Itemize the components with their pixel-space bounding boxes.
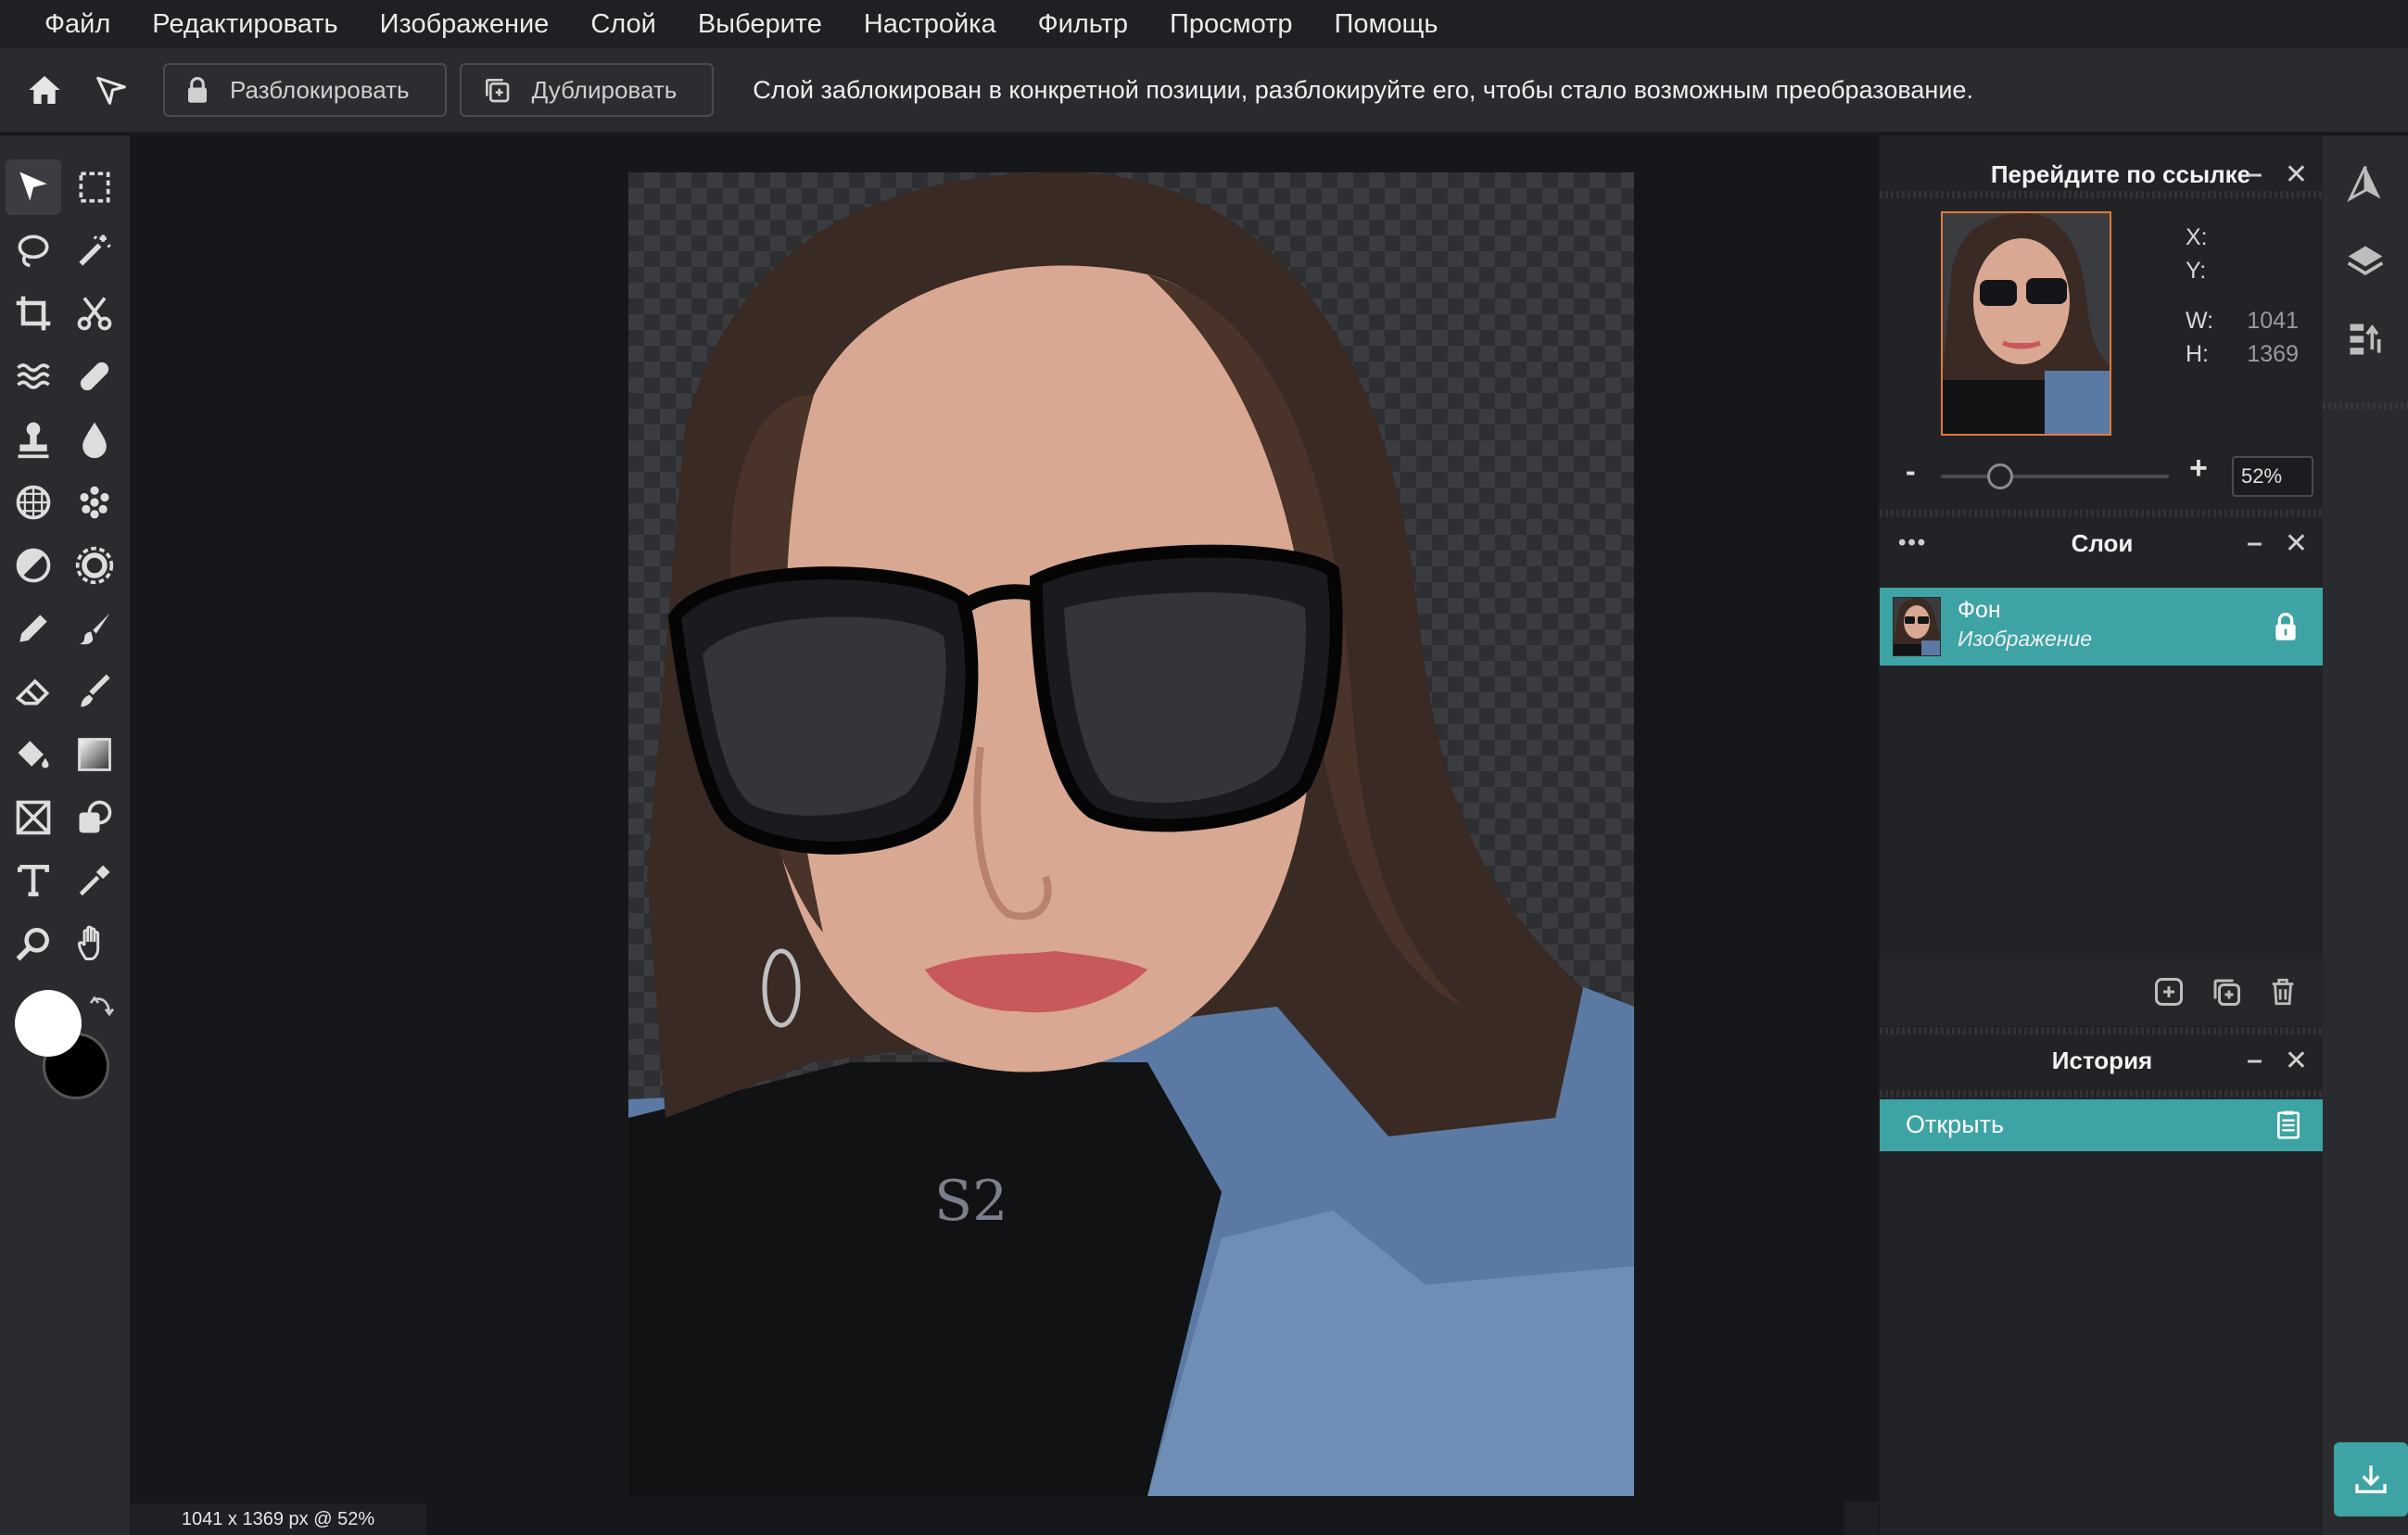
history-panel-icon[interactable]: [2341, 315, 2389, 363]
menu-view[interactable]: Просмотр: [1170, 9, 1292, 40]
menu-edit[interactable]: Редактировать: [152, 9, 337, 40]
workspace: S2: [130, 135, 1878, 1535]
frame-tool-icon[interactable]: [6, 790, 61, 845]
menu-help[interactable]: Помощь: [1335, 9, 1438, 40]
navigator-panel-icon[interactable]: [2341, 159, 2389, 208]
menu-bar: Файл Редактировать Изображение Слой Выбе…: [0, 0, 2408, 48]
foreground-color-swatch[interactable]: [15, 990, 82, 1057]
brush-tool-icon[interactable]: [67, 601, 122, 656]
duplicate-label: Дублировать: [531, 75, 678, 104]
lasso-tool-icon[interactable]: [6, 222, 61, 278]
menu-filter[interactable]: Фильтр: [1038, 9, 1128, 40]
history-item[interactable]: Открыть: [1880, 1099, 2325, 1151]
marquee-tool-icon[interactable]: [67, 159, 122, 215]
history-item-label: Открыть: [1906, 1110, 2005, 1138]
duplicate-icon: [485, 79, 509, 103]
move-arrow-icon[interactable]: [83, 62, 139, 118]
right-panels: Перейдите по ссылке – ✕ X: Y: W: H: 1041…: [1878, 135, 2325, 1535]
menu-image[interactable]: Изображение: [380, 9, 550, 40]
close-icon[interactable]: ✕: [2285, 527, 2308, 560]
nav-w-value: 1041: [2247, 308, 2299, 334]
layers-menu-icon[interactable]: •••: [1898, 530, 1927, 556]
navigator-title: Перейдите по ссылке: [1990, 159, 2251, 188]
layer-lock-icon[interactable]: [2273, 612, 2299, 646]
layers-title: Слои: [2071, 528, 2134, 557]
nav-h-value: 1369: [2247, 341, 2299, 367]
right-icon-bar: [2323, 135, 2408, 1535]
layers-panel-icon[interactable]: [2341, 237, 2389, 285]
download-icon: [2355, 1465, 2387, 1493]
menu-select[interactable]: Выберите: [698, 9, 822, 40]
menu-layer[interactable]: Слой: [590, 9, 656, 40]
status-bar: 1041 x 1369 px @ 52%: [130, 1503, 426, 1535]
download-button[interactable]: [2334, 1442, 2408, 1516]
zoom-slider[interactable]: [1941, 475, 2169, 478]
delete-layer-icon[interactable]: [2267, 975, 2299, 1013]
close-icon[interactable]: ✕: [2285, 1045, 2308, 1077]
pattern-tool-icon[interactable]: [6, 475, 61, 530]
options-toolbar: Разблокировать Дублировать Слой заблокир…: [0, 48, 2408, 133]
nav-h-label: H:: [2186, 341, 2209, 367]
tools-panel: [0, 135, 130, 1535]
bandage-tool-icon[interactable]: [67, 349, 122, 404]
nav-w-label: W:: [2186, 308, 2214, 334]
spot-tool-icon[interactable]: [67, 475, 122, 530]
eraser-tool-icon[interactable]: [6, 664, 61, 719]
paint-bucket-tool-icon[interactable]: [6, 727, 61, 782]
minimize-icon[interactable]: –: [2247, 159, 2262, 190]
menu-adjust[interactable]: Настройка: [864, 9, 996, 40]
nav-x-label: X:: [2186, 224, 2208, 250]
swap-colors-icon[interactable]: [87, 992, 117, 1021]
magic-wand-tool-icon[interactable]: [67, 222, 122, 278]
crop-tool-icon[interactable]: [6, 285, 61, 341]
unlock-label: Разблокировать: [230, 75, 410, 104]
shape-tool-icon[interactable]: [67, 790, 122, 845]
dodge-tool-icon[interactable]: [6, 538, 61, 593]
history-title: История: [2051, 1046, 2153, 1074]
stamp-tool-icon[interactable]: [6, 412, 61, 467]
layers-header: ••• Слои – ✕: [1880, 514, 2325, 573]
layer-thumbnail: [1893, 597, 1941, 656]
smudge-tool-icon[interactable]: [67, 664, 122, 719]
text-tool-icon[interactable]: [6, 853, 61, 908]
gradient-tool-icon[interactable]: [67, 727, 122, 782]
zoom-value: 52%: [2241, 464, 2283, 488]
blur-drop-tool-icon[interactable]: [67, 412, 122, 467]
history-header: История – ✕: [1880, 1031, 2325, 1090]
duplicate-layer-icon[interactable]: [2210, 975, 2243, 1013]
duplicate-button[interactable]: Дублировать: [459, 63, 715, 117]
sponge-tool-icon[interactable]: [67, 538, 122, 593]
lock-message: Слой заблокирован в конкретной позиции, …: [753, 75, 1973, 104]
svg-text:S2: S2: [934, 1169, 1008, 1234]
move-tool-icon[interactable]: [6, 159, 61, 215]
zoom-tool-icon[interactable]: [6, 916, 61, 971]
portrait-image: S2: [628, 172, 1634, 1496]
document-icon: [2275, 1110, 2302, 1145]
right-scroll-edge: [1844, 1502, 1878, 1535]
layers-footer: [1880, 958, 2325, 1025]
hand-tool-icon[interactable]: [67, 916, 122, 971]
home-icon[interactable]: [17, 62, 72, 118]
pencil-tool-icon[interactable]: [6, 601, 61, 656]
layer-type: Изображение: [1958, 627, 2093, 651]
minimize-icon[interactable]: –: [2247, 1045, 2262, 1076]
unlock-button[interactable]: Разблокировать: [163, 63, 447, 117]
eyedropper-tool-icon[interactable]: [67, 853, 122, 908]
menu-file[interactable]: Файл: [44, 9, 110, 40]
lock-icon: [188, 76, 207, 103]
image-canvas[interactable]: S2: [628, 172, 1634, 1496]
zoom-slider-handle[interactable]: [1987, 463, 2013, 489]
scissors-tool-icon[interactable]: [67, 285, 122, 341]
layer-row[interactable]: Фон Изображение: [1880, 588, 2325, 666]
zoom-in-button[interactable]: +: [2189, 450, 2208, 487]
zoom-input[interactable]: 52%: [2232, 456, 2313, 497]
zoom-out-button[interactable]: -: [1906, 454, 1916, 488]
liquify-tool-icon[interactable]: [6, 349, 61, 404]
nav-y-label: Y:: [2186, 258, 2207, 284]
close-icon[interactable]: ✕: [2285, 159, 2308, 191]
add-layer-icon[interactable]: [2152, 975, 2186, 1013]
navigator-thumbnail[interactable]: [1941, 211, 2111, 436]
layer-name: Фон: [1958, 597, 2001, 623]
minimize-icon[interactable]: –: [2247, 527, 2262, 559]
